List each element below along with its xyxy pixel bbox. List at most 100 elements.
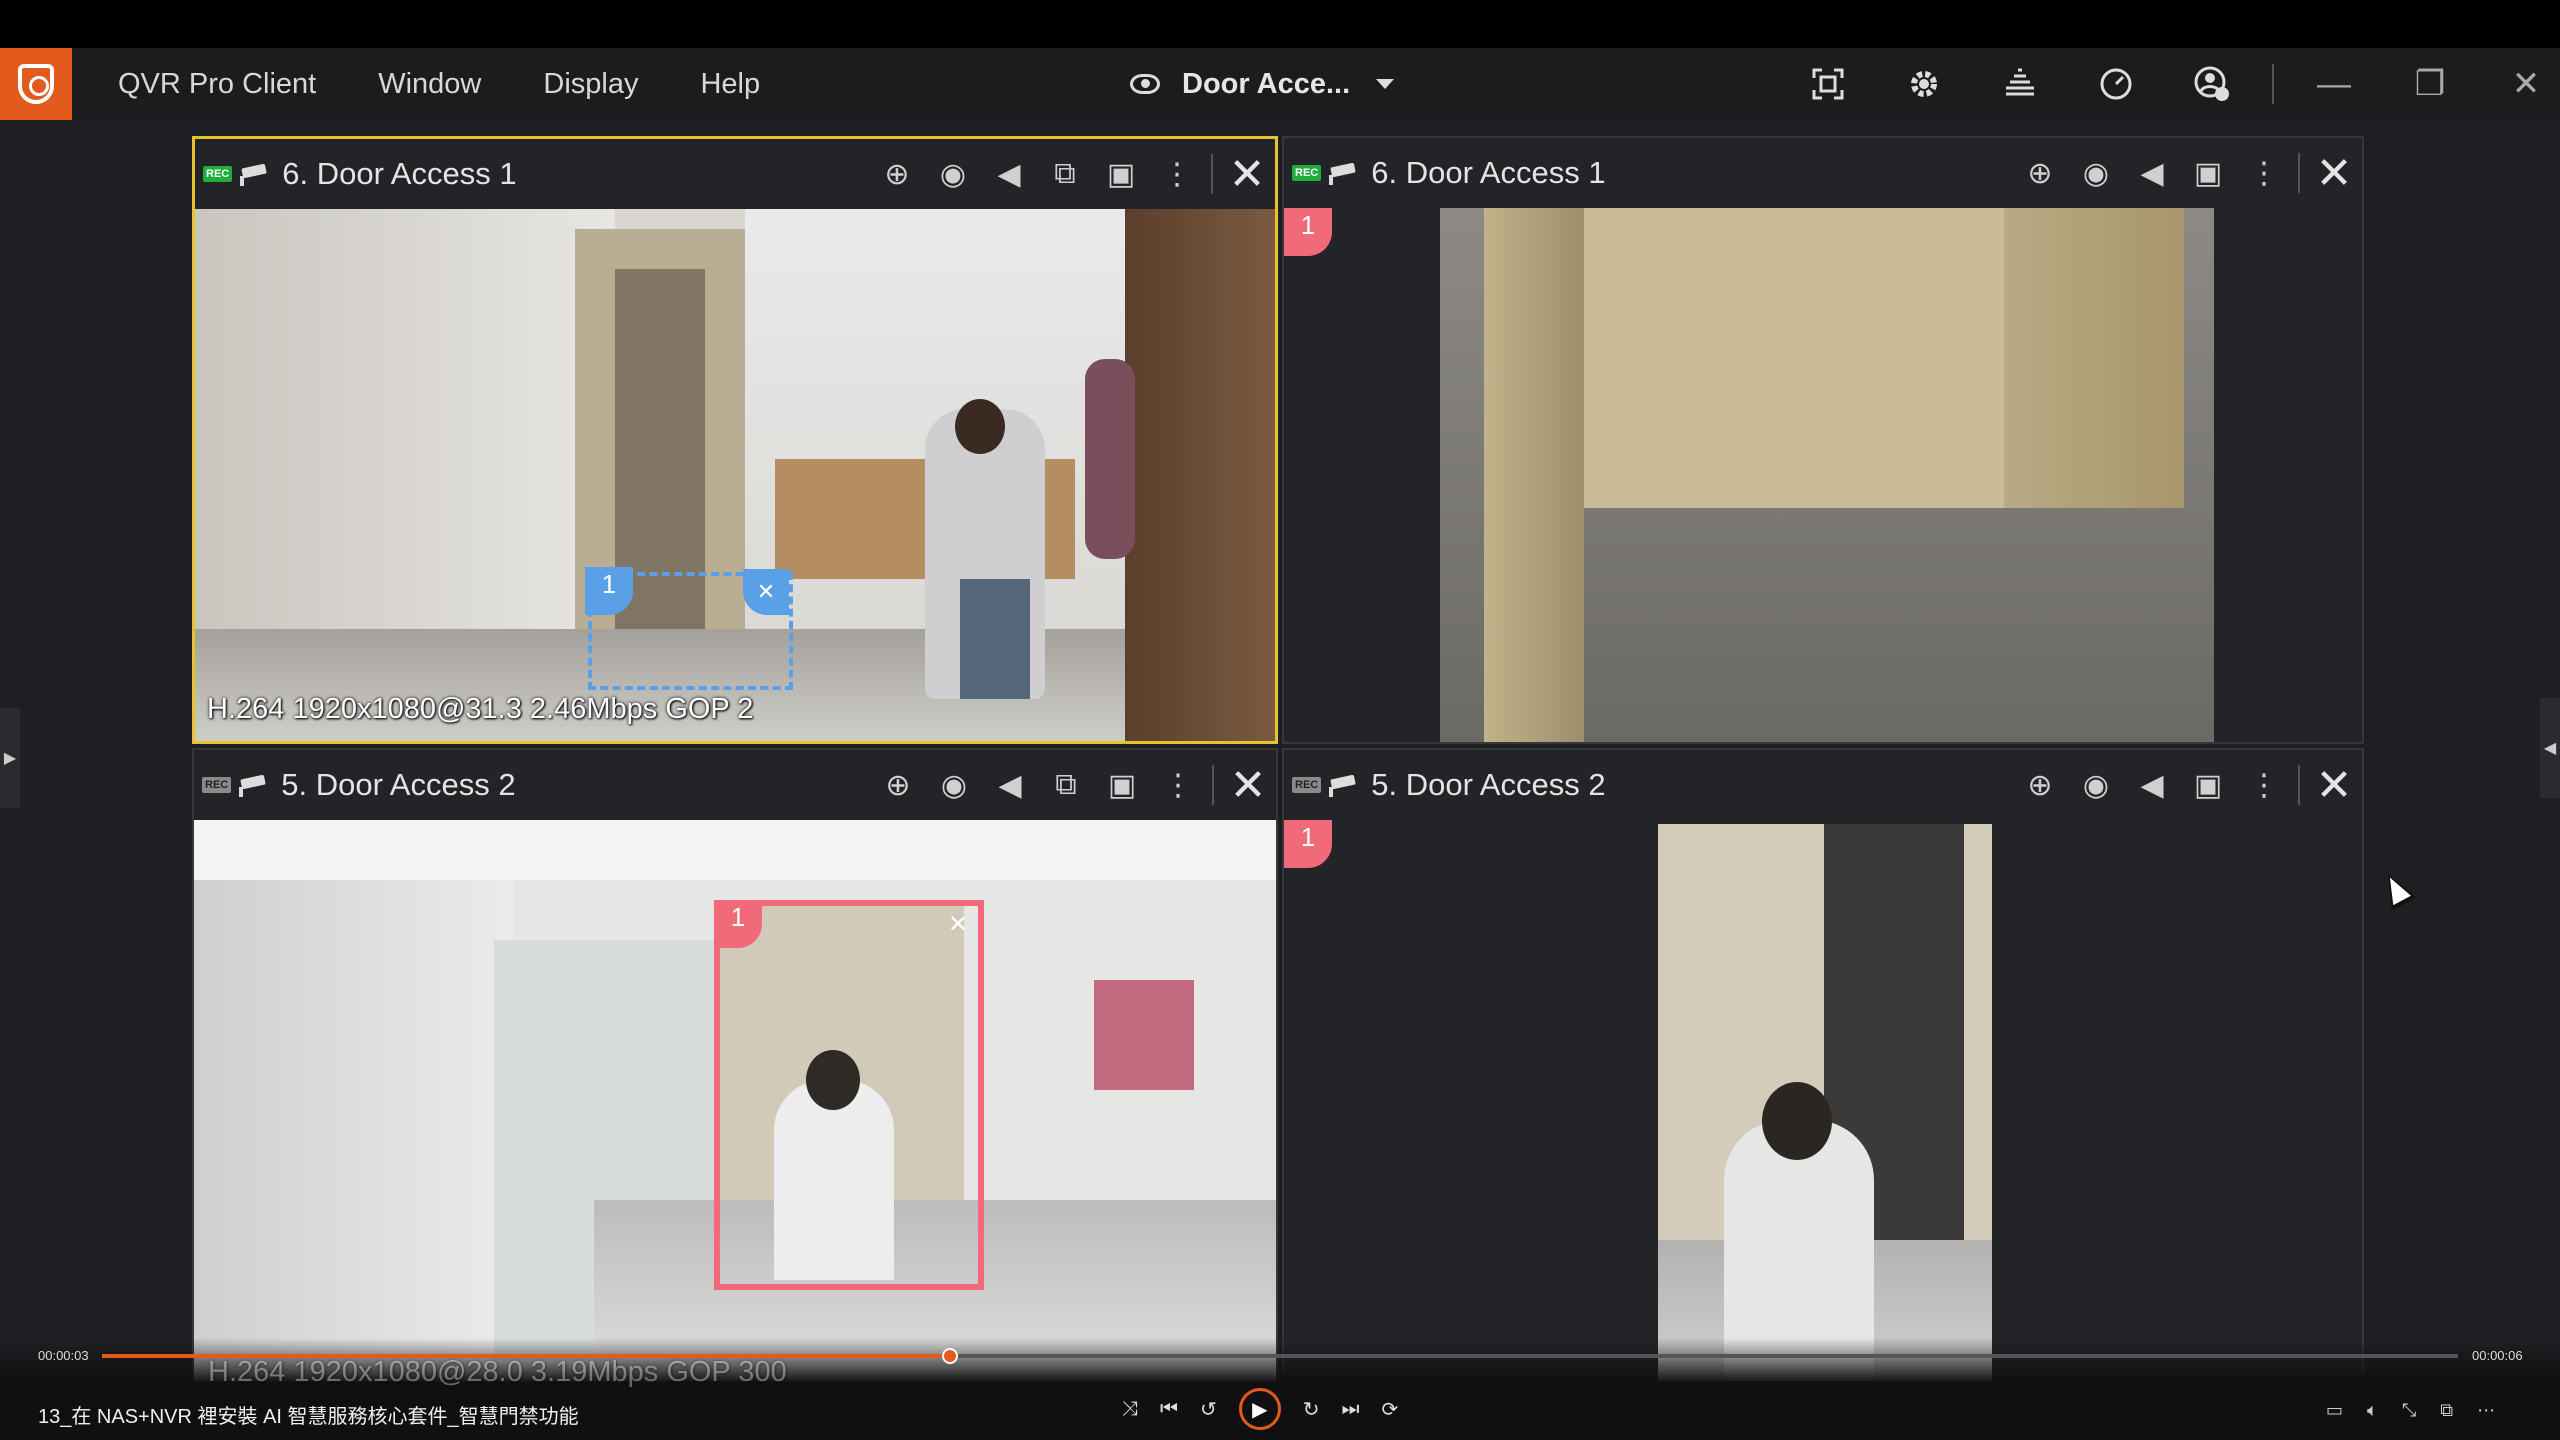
digital-zoom-icon[interactable]: ⊕ [2012,138,2068,208]
tile-header: REC 6. Door Access 1 ⊕ ◉ ◀ ▣ ⋮ ✕ [1284,138,2362,208]
digital-zoom-icon[interactable]: ⊕ [869,139,925,209]
roi-remove-icon[interactable]: ✕ [938,904,978,944]
tile-header: REC 5. Door Access 2 ⊕ ◉ ◀ ⧉ ▣ ⋮ ✕ [194,750,1276,820]
rec-badge: REC [1292,165,1322,181]
left-panel-toggle-icon[interactable]: ▶ [0,708,20,808]
digital-zoom-icon[interactable]: ⊕ [2012,750,2068,820]
qvr-logo-icon[interactable] [0,48,72,120]
menu-window[interactable]: Window [378,68,481,101]
tool-divider [1212,765,1214,805]
camera-tile-4[interactable]: REC 5. Door Access 2 ⊕ ◉ ◀ ▣ ⋮ ✕ 1 [1282,748,2364,1402]
rec-badge: REC [203,166,233,182]
tile-title: 5. Door Access 2 [1371,767,1606,802]
video-title: 13_在 NAS+NVR 裡安裝 AI 智慧服務核心套件_智慧門禁功能 [38,1406,579,1428]
record-icon[interactable]: ◉ [2068,138,2124,208]
progress-bar[interactable] [102,1348,2458,1364]
speaker-icon[interactable]: ◀ [981,139,1037,209]
more-vertical-icon[interactable]: ⋮ [1150,750,1206,820]
tile-toolbar: ⊕ ◉ ◀ ▣ ⋮ ✕ [2012,750,2362,820]
camera-feed[interactable]: 1 [1284,820,2362,1400]
camera-feed[interactable]: 1 ✕ [194,820,1276,1400]
title-bar: QVR Pro Client Window Display Help Door … [0,48,2560,120]
camera-tile-2[interactable]: REC 6. Door Access 1 ⊕ ◉ ◀ ▣ ⋮ ✕ 1 [1282,136,2364,744]
right-panel-toggle-icon[interactable]: ◀ [2540,698,2560,798]
camera-tile-3[interactable]: REC 5. Door Access 2 ⊕ ◉ ◀ ⧉ ▣ ⋮ ✕ 1 ✕ [192,748,1278,1402]
menu-qvr-pro-client[interactable]: QVR Pro Client [118,68,316,101]
tile-header: REC 5. Door Access 2 ⊕ ◉ ◀ ▣ ⋮ ✕ [1284,750,2362,820]
close-tile-icon[interactable]: ✕ [1220,750,1276,820]
current-time: 00:00:03 [38,1348,89,1363]
speaker-icon[interactable]: ◀ [2124,750,2180,820]
total-time: 00:00:06 [2472,1348,2523,1363]
roi-remove-icon[interactable]: ✕ [743,569,789,615]
playback-controls: ⤨ ⏮ ↺ ▶ ↻ ⏭ ⟳ [1122,1388,1398,1430]
snapshot-icon[interactable]: ▣ [1094,750,1150,820]
more-vertical-icon[interactable]: ⋮ [1149,139,1205,209]
speaker-icon[interactable]: ◀ [2124,138,2180,208]
exit-fullscreen-icon[interactable]: ⤡ [2402,1400,2416,1421]
tile-title: 6. Door Access 1 [1371,155,1606,190]
player-right-controls: ▭ 🔈︎ ⤡ ⧉ ⋯ [2326,1400,2495,1421]
close-tile-icon[interactable]: ✕ [2306,750,2362,820]
subtitles-icon[interactable]: ▭ [2326,1400,2343,1421]
minimize-icon[interactable]: — [2286,48,2382,120]
toolbar-divider [2272,64,2274,104]
snapshot-icon[interactable]: ▣ [2180,138,2236,208]
camera-feed[interactable]: 1 [1284,208,2362,742]
restore-icon[interactable]: ❐ [2382,48,2478,120]
qvr-pro-client-window: QVR Pro Client Window Display Help Door … [0,48,2560,1440]
tile-toolbar: ⊕ ◉ ◀ ▣ ⋮ ✕ [2012,138,2362,208]
snapshot-icon[interactable]: ▣ [1093,139,1149,209]
menu-bar: QVR Pro Client Window Display Help [118,48,760,120]
digital-zoom-icon[interactable]: ⊕ [870,750,926,820]
tool-divider [2298,153,2300,193]
speaker-icon[interactable]: ◀ [982,750,1038,820]
tile-title: 6. Door Access 1 [282,156,517,191]
menu-display[interactable]: Display [543,68,638,101]
more-options-icon[interactable]: ⋯ [2477,1400,2495,1421]
roi-marker-badge: 1 [1284,820,1332,868]
eye-icon [1130,74,1160,94]
stream-osd-text: H.264 1920x1080@31.3 2.46Mbps GOP 2 [207,693,754,725]
roi-marker-badge[interactable]: 1 [585,567,633,615]
snapshot-icon[interactable]: ▣ [2180,750,2236,820]
stream-osd-text-bottom: H.264 1920x1080@28.0 3.19Mbps GOP 300 [208,1356,787,1388]
close-tile-icon[interactable]: ✕ [1219,139,1275,209]
user-settings-icon[interactable] [2164,48,2260,120]
close-tile-icon[interactable]: ✕ [2306,138,2362,208]
rec-badge: REC [202,777,232,793]
more-vertical-icon[interactable]: ⋮ [2236,138,2292,208]
top-black-strip [0,0,2560,48]
record-icon[interactable]: ◉ [2068,750,2124,820]
repeat-icon[interactable]: ⟳ [1382,1397,1399,1422]
play-button[interactable]: ▶ [1238,1388,1281,1430]
gear-icon[interactable] [1876,48,1972,120]
camera-icon [237,775,267,797]
rewind-icon[interactable]: ↺ [1200,1397,1217,1422]
forward-icon[interactable]: ↻ [1303,1397,1320,1422]
tile-title: 5. Door Access 2 [281,767,516,802]
pip-mode-icon[interactable]: ⧉ [2440,1400,2453,1421]
more-vertical-icon[interactable]: ⋮ [2236,750,2292,820]
previous-icon[interactable]: ⏮ [1160,1398,1178,1421]
view-name: Door Acce... [1182,67,1351,100]
tool-divider [1211,154,1213,194]
roi-marker-badge[interactable]: 1 [714,900,762,948]
pip-icon[interactable]: ⧉ [1037,139,1093,209]
shuffle-icon[interactable]: ⤨ [1122,1398,1138,1421]
close-icon[interactable]: ✕ [2478,48,2560,120]
gauge-icon[interactable] [2068,48,2164,120]
pip-icon[interactable]: ⧉ [1038,750,1094,820]
volume-icon[interactable]: 🔈︎ [2367,1400,2378,1421]
record-icon[interactable]: ◉ [925,139,981,209]
next-icon[interactable]: ⏭ [1342,1398,1360,1421]
record-icon[interactable]: ◉ [926,750,982,820]
menu-help[interactable]: Help [700,68,760,101]
stack-icon[interactable] [1972,48,2068,120]
camera-feed[interactable]: 1 ✕ H.264 1920x1080@31.3 2.46Mbps GOP 2 [195,209,1275,741]
camera-tile-1[interactable]: REC 6. Door Access 1 ⊕ ◉ ◀ ⧉ ▣ ⋮ ✕ 1 ✕ H… [192,136,1278,744]
roi-marker-badge: 1 [1284,208,1332,256]
view-selector[interactable]: Door Acce... [1130,48,1395,120]
camera-icon [1327,163,1357,185]
fullscreen-icon[interactable] [1780,48,1876,120]
